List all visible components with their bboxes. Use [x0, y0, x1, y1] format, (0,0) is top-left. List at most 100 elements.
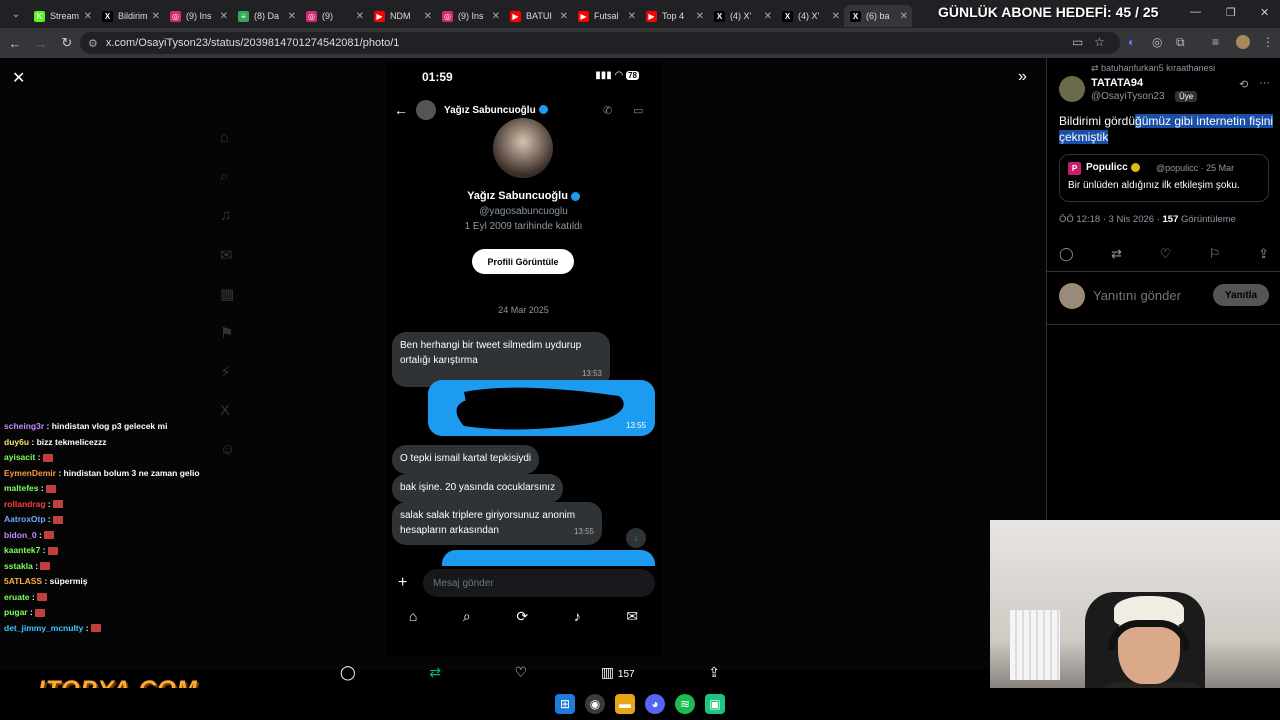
browser-tab[interactable]: X (4) X' ✕: [708, 5, 776, 27]
close-tab-icon[interactable]: ✕: [220, 11, 228, 22]
chrome-icon[interactable]: ◉: [585, 694, 605, 714]
browser-tab[interactable]: ▶ Top 4 ✕: [640, 5, 708, 27]
browser-tab[interactable]: K Stream ✕: [28, 5, 96, 27]
browser-tab[interactable]: ◎ (9) Ins ✕: [436, 5, 504, 27]
reload-icon[interactable]: ↻: [56, 35, 78, 51]
browser-tab[interactable]: X (6) ba ✕: [844, 5, 912, 27]
like-icon[interactable]: ♡: [1160, 246, 1172, 262]
discord-icon[interactable]: ◕: [645, 694, 665, 714]
message-composer: + Mesaj gönder: [386, 567, 661, 599]
chat-text: hindistan bolum 3 ne zaman gelio: [63, 467, 200, 478]
reply-button[interactable]: Yanıtla: [1213, 284, 1269, 306]
menu-list-icon[interactable]: ≡: [1212, 35, 1219, 49]
url-input[interactable]: ⚙ x.com/OsayiTyson23/status/203981470127…: [80, 32, 1120, 54]
browser-tab[interactable]: ▶ BATUI ✕: [504, 5, 572, 27]
more-icon[interactable]: ···: [1259, 77, 1270, 89]
chat-username: eruate: [4, 591, 30, 602]
bookmark-icon[interactable]: ⚐: [1209, 246, 1221, 262]
close-tab-icon[interactable]: ✕: [288, 11, 296, 22]
profile-handle: @yagosabuncuoglu: [479, 206, 568, 217]
profile-avatar-icon[interactable]: [1236, 35, 1250, 49]
battery-icon: 78: [626, 71, 639, 80]
windows-start-icon[interactable]: ⊞: [555, 694, 575, 714]
kick-icon: K: [34, 10, 45, 22]
close-tab-icon[interactable]: ✕: [628, 11, 636, 22]
back-icon[interactable]: ←: [4, 36, 26, 51]
tab-label: (4) X': [730, 11, 752, 21]
share-icon[interactable]: ⇪: [708, 664, 720, 681]
chat-message: sstakla :: [4, 561, 324, 577]
browser-tab[interactable]: ≡ (8) Da ✕: [232, 5, 300, 27]
youtube-icon: ▶: [374, 10, 385, 22]
close-tab-icon[interactable]: ✕: [696, 11, 704, 22]
profile-avatar: [493, 118, 553, 178]
browser-tab[interactable]: ▶ NDM ✕: [368, 5, 436, 27]
close-tab-icon[interactable]: ✕: [424, 11, 432, 22]
extension-icon[interactable]: ◐: [1128, 35, 1135, 49]
browser-tab[interactable]: ◎ (9) ✕: [300, 5, 368, 27]
chat-username: scheing3r: [4, 421, 45, 431]
author-name[interactable]: TATATA94: [1091, 77, 1143, 89]
tweet-text: Bildirimi gördüğümüz gibi internetin fiş…: [1059, 114, 1274, 144]
retweet-icon[interactable]: ⇄: [1111, 246, 1122, 262]
verified-icon: [1130, 162, 1140, 172]
tab-label: NDM: [390, 11, 411, 21]
x-icon: X: [850, 10, 861, 22]
chat-message: ayisacit :: [4, 452, 324, 468]
browser-tab[interactable]: X Bildirim ✕: [96, 5, 164, 27]
emote-icon: [46, 484, 57, 493]
views-stat[interactable]: ▥ 157: [601, 664, 635, 681]
close-tab-icon[interactable]: ✕: [560, 11, 568, 22]
message-bubble: Ben herhangi bir tweet silmedim uydurup …: [392, 332, 610, 387]
like-icon[interactable]: ♡: [515, 664, 528, 681]
browser-tab[interactable]: ◎ (9) Ins ✕: [164, 5, 232, 27]
emote-icon: [90, 624, 101, 633]
forward-icon[interactable]: →: [30, 36, 52, 51]
close-tab-icon[interactable]: ✕: [832, 11, 840, 22]
share-icon[interactable]: ⇪: [1258, 246, 1269, 262]
browser-menu-icon[interactable]: ⋮: [1262, 35, 1274, 49]
close-tab-icon[interactable]: ✕: [764, 11, 772, 22]
extensions-puzzle-icon[interactable]: ⧉: [1176, 35, 1185, 50]
chat-username: ayisacit: [4, 452, 36, 462]
close-tab-icon[interactable]: ✕: [84, 11, 92, 22]
member-badge: Üye: [1175, 91, 1198, 102]
reply-icon[interactable]: ◯: [1059, 246, 1074, 262]
chat-icon: ≡: [238, 10, 249, 22]
bookmark-star-icon[interactable]: ☆: [1094, 35, 1105, 49]
message-time: 13:53: [581, 369, 602, 378]
profile-joined: 1 Eyl 2009 tarihinde katıldı: [464, 221, 583, 232]
reply-input[interactable]: Yanıtını gönder: [1093, 288, 1181, 303]
extension2-icon[interactable]: ◎: [1152, 35, 1162, 49]
chat-message: pugar :: [4, 607, 324, 623]
close-viewer-icon[interactable]: ✕: [12, 68, 25, 88]
close-tab-icon[interactable]: ✕: [356, 11, 364, 22]
avatar[interactable]: [1059, 76, 1085, 102]
minimize-icon[interactable]: —: [1190, 6, 1201, 18]
close-tab-icon[interactable]: ✕: [900, 11, 908, 22]
quoted-tweet[interactable]: P Populicc @populicc · 25 Mar Bir ünlüde…: [1059, 154, 1269, 202]
close-tab-icon[interactable]: ✕: [492, 11, 500, 22]
reply-icon[interactable]: ◯: [340, 664, 356, 681]
retweet-icon[interactable]: ⇄: [429, 664, 441, 681]
close-window-icon[interactable]: ✕: [1260, 6, 1269, 19]
tabs-container: K Stream ✕ X Bildirim ✕ ◎ (9) Ins ✕ ≡ (8) Da ✕ ◎ (9) ✕…: [28, 1, 912, 27]
browser-tab[interactable]: X (4) X' ✕: [776, 5, 844, 27]
chat-separator: :: [45, 514, 54, 524]
chat-message: scheing3r : hindistan vlog p3 gelecek mi: [4, 421, 324, 437]
expand-panel-icon[interactable]: »: [1018, 68, 1027, 86]
home-icon: ⌂: [408, 608, 418, 624]
install-icon[interactable]: ▭: [1072, 35, 1083, 49]
close-tab-icon[interactable]: ✕: [152, 11, 160, 22]
app-icon[interactable]: ▣: [705, 694, 725, 714]
author-handle[interactable]: @OsayiTyson23: [1091, 91, 1165, 102]
maximize-icon[interactable]: ❐: [1226, 6, 1236, 19]
tab-search-icon[interactable]: ⌄: [4, 4, 28, 24]
spotify-icon[interactable]: ≋: [675, 694, 695, 714]
message-text: Ben herhangi bir tweet silmedim uydurup …: [400, 340, 582, 366]
file-explorer-icon[interactable]: ▬: [615, 694, 635, 714]
grok-icon[interactable]: ⟲: [1239, 78, 1248, 91]
site-info-icon[interactable]: ⚙: [88, 37, 98, 50]
chat-username: EymenDemir: [4, 467, 56, 478]
browser-tab[interactable]: ▶ Futsal ✕: [572, 5, 640, 27]
